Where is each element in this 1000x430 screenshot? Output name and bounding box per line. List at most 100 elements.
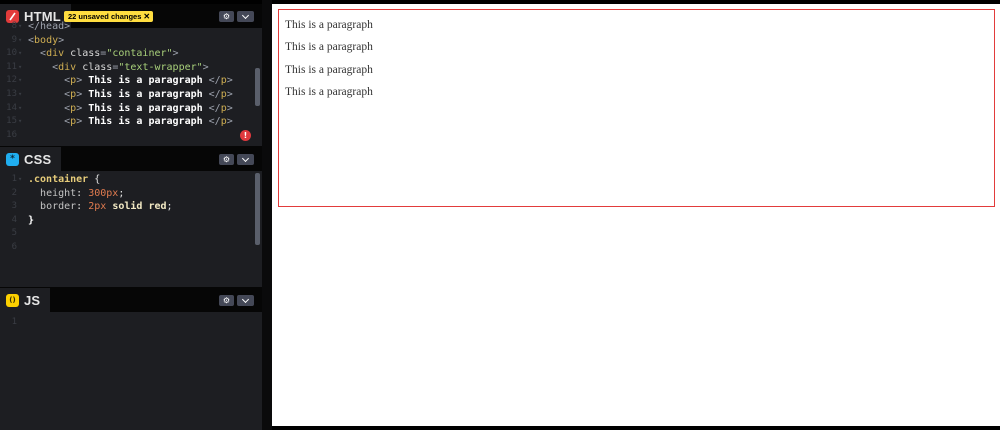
fold-toggle-icon[interactable]: ▾ <box>18 102 22 116</box>
js-tab[interactable]: () JS <box>0 288 51 312</box>
code-line[interactable]: 1 ▾ .container { <box>0 173 262 187</box>
code-token: div <box>46 48 65 60</box>
code-text: .container { <box>28 173 100 187</box>
css-panel: * CSS ⚙ 1 ▾ .container {2 height: 300px; 3 … <box>0 146 262 287</box>
line-number: 13 <box>6 88 17 99</box>
code-token: > <box>202 61 209 73</box>
code-line[interactable]: 11 ▾ <div class="text-wrapper"> <box>0 61 262 75</box>
code-token: height <box>40 187 77 199</box>
line-number: 12 <box>6 75 17 86</box>
line-number: 11 <box>6 61 17 72</box>
code-text: </head> <box>28 20 70 34</box>
code-text: height: 300px; <box>28 187 124 201</box>
gear-icon: ⚙ <box>222 296 231 305</box>
code-line[interactable]: 12 ▾ <p> This is a paragraph </p> <box>0 74 262 88</box>
js-panel-header: () JS ⚙ <box>0 288 262 312</box>
code-token: red <box>148 201 167 213</box>
code-line[interactable]: 5 <box>0 227 262 241</box>
code-line[interactable]: 3 border: 2px solid red; <box>0 200 262 214</box>
code-line[interactable]: 13 ▾ <p> This is a paragraph </p> <box>0 88 262 102</box>
code-line[interactable]: 14 ▾ <p> This is a paragraph </p> <box>0 102 262 116</box>
css-icon: * <box>6 152 19 166</box>
code-token: class <box>70 48 101 60</box>
fold-toggle-icon[interactable]: ▾ <box>18 47 22 61</box>
line-number: 6 <box>11 241 17 252</box>
js-panel: () JS ⚙ 1 <box>0 287 262 430</box>
css-settings-button[interactable]: ⚙ <box>219 154 234 165</box>
code-line[interactable]: 9 ▾ <body> <box>0 34 262 48</box>
css-collapse-button[interactable] <box>237 154 254 165</box>
code-token: This is a paragraph <box>82 75 209 87</box>
css-panel-header: * CSS ⚙ <box>0 147 262 171</box>
code-line[interactable]: 10 ▾ <div class="container"> <box>0 47 262 61</box>
code-token: div <box>58 61 77 73</box>
code-token: > <box>226 88 233 100</box>
preview-paragraph: This is a paragraph <box>285 19 373 31</box>
preview-paragraph: This is a paragraph <box>285 41 373 53</box>
fold-toggle-icon[interactable]: ▾ <box>18 115 22 129</box>
error-icon[interactable]: ! <box>240 130 251 141</box>
code-line[interactable]: 16 <box>0 129 262 143</box>
code-text: } <box>28 214 34 228</box>
code-token: > <box>226 116 233 128</box>
code-line[interactable]: 1 <box>0 316 262 330</box>
preview-paragraph: This is a paragraph <box>285 86 373 98</box>
code-line[interactable]: 4} <box>0 214 262 228</box>
code-text: <p> This is a paragraph </p> <box>28 115 233 129</box>
js-tab-label: JS <box>24 292 41 308</box>
fold-toggle-icon[interactable]: ▾ <box>18 34 22 48</box>
line-number: 2 <box>11 187 17 198</box>
code-token: : <box>76 201 89 213</box>
fold-toggle-icon[interactable]: ▾ <box>18 74 22 88</box>
code-token: > <box>226 102 233 114</box>
js-collapse-button[interactable] <box>237 295 254 306</box>
line-number: 9 <box>11 34 17 45</box>
code-token: ; <box>118 187 125 199</box>
code-token: ; <box>166 201 173 213</box>
fold-toggle-icon[interactable]: ▾ <box>18 20 22 34</box>
js-icon: () <box>6 293 19 307</box>
code-text: border: 2px solid red; <box>28 200 173 214</box>
preview-container: This is a paragraph This is a paragraph … <box>278 9 995 207</box>
code-token: This is a paragraph <box>82 102 209 114</box>
code-token: </ <box>208 88 221 100</box>
line-number: 1 <box>11 174 17 184</box>
fold-toggle-icon[interactable]: ▾ <box>18 173 22 187</box>
code-text: <div class="text-wrapper"> <box>28 61 209 75</box>
js-settings-button[interactable]: ⚙ <box>219 295 234 306</box>
line-number: 4 <box>11 214 17 225</box>
css-scrollbar[interactable] <box>255 173 260 245</box>
code-token: "container" <box>106 48 173 60</box>
resize-handle[interactable] <box>262 0 272 430</box>
code-token: body <box>34 34 59 46</box>
css-tab-label: CSS <box>24 151 52 167</box>
code-line[interactable]: 6 <box>0 241 262 255</box>
code-text: <p> This is a paragraph </p> <box>28 102 233 116</box>
code-token: </ <box>208 102 221 114</box>
code-token: </head> <box>28 21 71 32</box>
code-line[interactable]: 2 height: 300px; <box>0 187 262 201</box>
fold-toggle-icon[interactable]: ▾ <box>18 88 22 102</box>
code-token: </ <box>208 116 221 128</box>
css-code-editor[interactable]: 1 ▾ .container {2 height: 300px; 3 border: … <box>0 173 262 255</box>
preview-paragraph: This is a paragraph <box>285 64 373 76</box>
html-scrollbar[interactable] <box>255 68 260 106</box>
line-number: 16 <box>6 129 17 140</box>
line-number: 14 <box>6 102 17 113</box>
css-tab[interactable]: * CSS <box>0 147 62 171</box>
js-code-editor[interactable]: 1 <box>0 316 262 330</box>
fold-toggle-icon[interactable]: ▾ <box>18 61 22 75</box>
code-line[interactable]: 15 ▾ <p> This is a paragraph </p> <box>0 115 262 129</box>
chevron-down-icon <box>241 11 250 19</box>
html-code-editor[interactable]: 8 ▾ </head> 9 ▾ <body> 10 ▾ <div class="contain… <box>0 20 262 142</box>
code-token: border <box>40 201 77 213</box>
code-token: This is a paragraph <box>82 88 209 100</box>
code-token: 2px <box>88 201 107 213</box>
code-line[interactable]: 8 ▾ </head> <box>0 20 262 34</box>
